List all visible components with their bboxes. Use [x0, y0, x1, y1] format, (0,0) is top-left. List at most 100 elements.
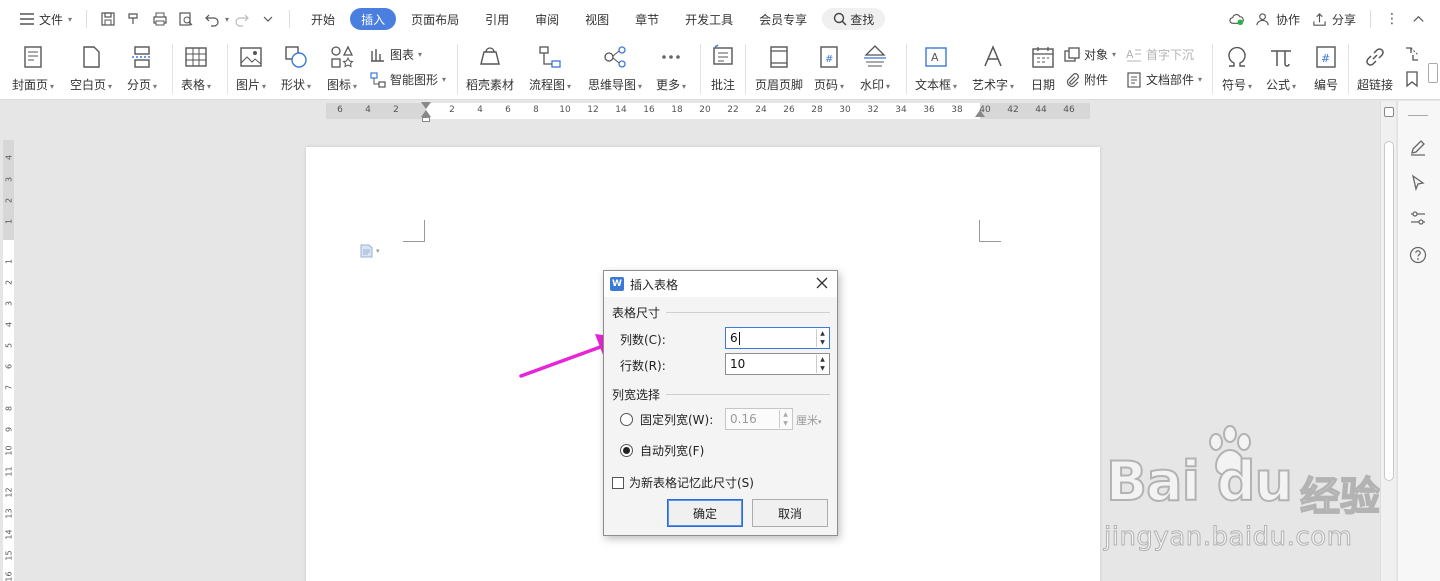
horizontal-ruler[interactable]: 6 4 2 2 4 6 8 10 12 14 16 18 20 22 24 26…	[0, 101, 1380, 122]
table-button[interactable]: 表格 ▾	[181, 43, 211, 93]
print-preview-icon[interactable]	[178, 11, 194, 27]
cancel-button[interactable]: 取消	[752, 499, 828, 527]
tab-insert[interactable]: 插入	[350, 8, 397, 30]
save-icon[interactable]	[100, 11, 116, 27]
tab-section[interactable]: 章节	[624, 8, 670, 30]
object-icon	[1064, 46, 1080, 62]
right-indent-marker[interactable]	[975, 110, 985, 117]
flowchart-icon	[536, 43, 564, 71]
fixed-width-value: 0.16	[730, 412, 757, 426]
comment-button[interactable]: 批注	[709, 43, 737, 93]
checkbox[interactable]	[612, 476, 624, 489]
chevron-down-icon: ▾	[376, 247, 380, 255]
scrollbar-thumb[interactable]	[1384, 141, 1394, 481]
remember-size-checkbox[interactable]: 为新表格记忆此尺寸(S)	[612, 474, 754, 491]
rows-increment-icon[interactable]: ▲	[817, 355, 828, 364]
vertical-ruler[interactable]: 4 3 2 1 1 2 3 4 5 6 7 8 9 10 11 12 13 14…	[0, 140, 16, 581]
width-increment-icon[interactable]: ▲	[780, 410, 791, 419]
collapse-ribbon-icon[interactable]	[1405, 6, 1432, 32]
first-line-indent-marker[interactable]	[421, 102, 431, 109]
drop-cap-button[interactable]: A 首字下沉	[1126, 46, 1194, 63]
customize-toolbar-icon[interactable]	[260, 11, 276, 27]
watermark-button[interactable]: 水印 ▾	[860, 43, 890, 93]
tab-developer[interactable]: 开发工具	[674, 8, 744, 30]
collaborate-button[interactable]: 协作	[1250, 6, 1306, 32]
bookmark-button[interactable]	[1404, 71, 1420, 87]
search-button[interactable]: 查找	[822, 8, 886, 30]
blank-page-button[interactable]: 空白页 ▾	[70, 43, 112, 93]
material-button[interactable]: 稻壳素材	[466, 43, 514, 93]
ruler-number: 42	[1007, 105, 1019, 115]
header-footer-button[interactable]: 页眉页脚	[755, 43, 803, 93]
icon-library-button[interactable]: 图标 ▾	[327, 43, 357, 93]
help-icon[interactable]	[1408, 245, 1428, 265]
rows-spinbox[interactable]: 10 ▲ ▼	[725, 353, 830, 375]
columns-spinbox[interactable]: 6 ▲ ▼	[725, 327, 830, 349]
cursor-select-icon[interactable]	[1408, 173, 1428, 193]
numbering-button[interactable]: # 编号	[1312, 43, 1340, 93]
flowchart-button[interactable]: 流程图 ▾	[529, 43, 571, 93]
smart-art-button[interactable]: 智能图形 ▾	[370, 71, 446, 88]
cloud-sync-button[interactable]	[1223, 6, 1250, 32]
cover-page-button[interactable]: 封面页 ▾	[12, 43, 54, 93]
dialog-title-bar[interactable]: W 插入表格	[604, 271, 837, 297]
svg-text:#: #	[825, 54, 833, 65]
share-button[interactable]: 分享	[1306, 6, 1362, 32]
tab-start[interactable]: 开始	[300, 8, 346, 30]
insert-table-dialog: W 插入表格 表格尺寸 列数(C): 6 ▲ ▼ 行数(R): 10 ▲ ▼ 列…	[603, 270, 838, 536]
auto-width-radio[interactable]: 自动列宽(F)	[620, 442, 704, 459]
redo-icon[interactable]	[234, 11, 250, 27]
picture-button[interactable]: 图片 ▾	[236, 43, 266, 93]
more-button[interactable]: 更多 ▾	[656, 43, 686, 93]
file-menu[interactable]: 文件 ▾	[14, 6, 78, 32]
radio-button-selected[interactable]	[620, 444, 633, 457]
fixed-width-radio[interactable]: 固定列宽(W):	[620, 411, 713, 428]
ok-button[interactable]: 确定	[667, 499, 743, 527]
unit-select[interactable]: 厘米▾	[796, 412, 822, 428]
paragraph-layout-button[interactable]: ▾	[360, 244, 380, 258]
columns-value: 6	[730, 331, 738, 345]
scroll-split-button[interactable]	[1384, 107, 1394, 117]
more-options-icon[interactable]: ⋮	[1379, 6, 1405, 32]
textbox-button[interactable]: A 文本框 ▾	[915, 43, 957, 93]
cross-reference-button[interactable]	[1404, 46, 1420, 62]
fixed-width-spinbox[interactable]: 0.16 ▲ ▼	[725, 408, 793, 430]
hanging-indent-marker[interactable]	[421, 110, 431, 117]
symbol-button[interactable]: 符号 ▾	[1222, 43, 1252, 93]
formula-button[interactable]: 公式 ▾	[1266, 43, 1296, 93]
ruler-number: 3	[4, 176, 14, 183]
wordart-button[interactable]: 艺术字 ▾	[972, 43, 1014, 93]
object-button[interactable]: 对象 ▾	[1064, 46, 1116, 63]
undo-dropdown-icon[interactable]: ▾	[225, 15, 229, 24]
doc-parts-button[interactable]: 文档部件 ▾	[1126, 71, 1202, 88]
radio-button[interactable]	[620, 413, 633, 426]
undo-icon[interactable]	[204, 11, 220, 27]
left-indent-marker[interactable]	[422, 117, 430, 122]
attachment-button[interactable]: 附件	[1064, 71, 1108, 88]
columns-increment-icon[interactable]: ▲	[817, 329, 828, 338]
pen-icon[interactable]	[1408, 137, 1428, 157]
material-label: 稻壳素材	[466, 78, 515, 92]
width-decrement-icon[interactable]: ▼	[780, 419, 791, 428]
tab-page-layout[interactable]: 页面布局	[400, 8, 470, 30]
print-icon[interactable]	[152, 11, 168, 27]
mindmap-button[interactable]: 思维导图 ▾	[588, 43, 642, 93]
close-icon[interactable]	[815, 276, 829, 290]
rows-decrement-icon[interactable]: ▼	[817, 364, 828, 373]
vertical-scrollbar[interactable]	[1380, 101, 1396, 581]
tab-references[interactable]: 引用	[474, 8, 520, 30]
ribbon-scroll-right[interactable]	[1428, 63, 1438, 83]
shape-button[interactable]: 形状 ▾	[281, 43, 311, 93]
page-break-button[interactable]: 分页 ▾	[127, 43, 157, 93]
tab-review[interactable]: 审阅	[524, 8, 570, 30]
hyperlink-button[interactable]: 超链接	[1357, 43, 1393, 93]
ruler-number: 24	[755, 105, 767, 115]
page-number-button[interactable]: # 页码 ▾	[814, 43, 844, 93]
format-painter-icon[interactable]	[126, 11, 142, 27]
settings-sliders-icon[interactable]	[1408, 208, 1428, 228]
columns-decrement-icon[interactable]: ▼	[817, 338, 828, 347]
tab-view[interactable]: 视图	[574, 8, 620, 30]
tab-member[interactable]: 会员专享	[748, 8, 818, 30]
date-button[interactable]: 日期	[1029, 43, 1057, 93]
chart-button[interactable]: 图表 ▾	[370, 46, 422, 63]
